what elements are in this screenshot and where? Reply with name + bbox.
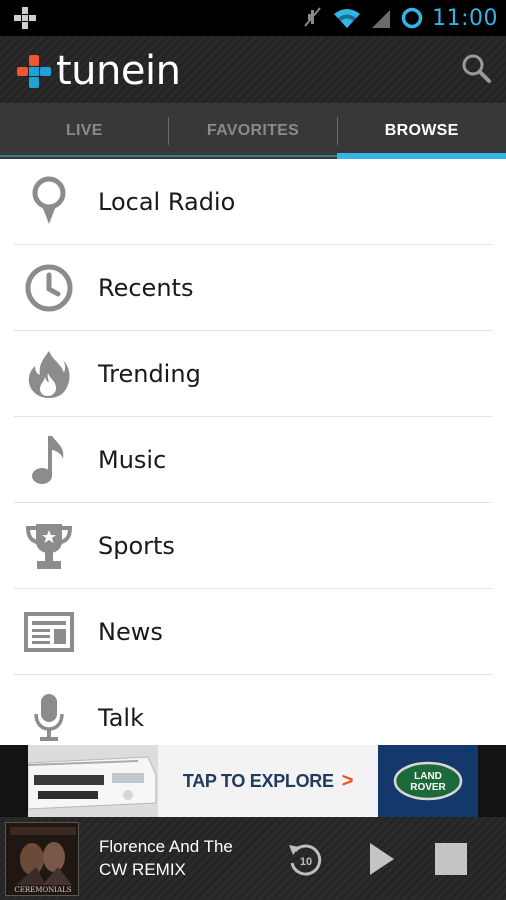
land-rover-logo: LAND ROVER: [378, 745, 478, 817]
list-item-label: Music: [98, 445, 167, 474]
list-item-sports[interactable]: Sports: [14, 503, 492, 589]
clock: 11:00: [432, 5, 498, 31]
ad-car-image: [28, 745, 158, 817]
tunein-notification-icon: [14, 7, 36, 29]
list-item-label: News: [98, 617, 163, 646]
play-icon: [370, 843, 394, 875]
list-item-news[interactable]: News: [14, 589, 492, 675]
track-subtitle: CW REMIX: [99, 860, 186, 879]
list-item-label: Recents: [98, 273, 194, 302]
list-item-label: Talk: [98, 704, 144, 732]
tab-divider: [337, 117, 338, 145]
list-item-recents[interactable]: Recents: [14, 245, 492, 331]
track-title: Florence And The: [99, 837, 233, 856]
chevron-right-icon: >: [341, 769, 354, 792]
land-rover-logo-line1: LAND: [414, 771, 442, 782]
tab-underline: [0, 155, 506, 157]
album-art-caption: CEREMONIALS: [14, 886, 71, 894]
tunein-cross-icon: [17, 55, 51, 88]
tab-divider: [168, 117, 169, 145]
tunein-logo[interactable]: tunein: [16, 48, 181, 94]
sync-ring-icon: [401, 7, 423, 29]
trophy-icon: [14, 516, 84, 576]
list-item-music[interactable]: Music: [14, 417, 492, 503]
list-item-label: Local Radio: [98, 187, 236, 216]
music-note-icon: [14, 430, 84, 490]
newspaper-icon: [14, 602, 84, 662]
ad-cta: TAP TO EXPLORE >: [158, 745, 378, 817]
stop-button[interactable]: [429, 837, 473, 881]
tab-favorites[interactable]: FAVORITES: [169, 103, 338, 159]
ad-cta-text: TAP TO EXPLORE: [182, 770, 334, 791]
rewind-seconds: 10: [300, 856, 312, 868]
browse-list: Local Radio Recents Trending Music Sport…: [0, 159, 506, 745]
list-item-trending[interactable]: Trending: [14, 331, 492, 417]
signal-icon: [372, 10, 391, 28]
list-item-label: Sports: [98, 531, 175, 560]
list-item-label: Trending: [98, 359, 201, 388]
location-pin-icon: [14, 172, 84, 232]
list-item-talk[interactable]: Talk: [14, 675, 492, 745]
tab-browse[interactable]: BROWSE: [337, 103, 506, 159]
ad-banner-link[interactable]: TAP TO EXPLORE > LAND ROVER: [28, 745, 478, 817]
album-art[interactable]: CEREMONIALS: [5, 822, 79, 896]
list-item-local-radio[interactable]: Local Radio: [14, 159, 492, 245]
mute-icon: [304, 7, 321, 27]
stop-icon: [435, 843, 467, 875]
flame-icon: [14, 344, 84, 404]
clock-icon: [14, 258, 84, 318]
rewind-icon: 10: [289, 844, 322, 876]
tab-live[interactable]: LIVE: [0, 103, 169, 159]
ad-banner: TAP TO EXPLORE > LAND ROVER: [0, 745, 506, 817]
now-playing-bar[interactable]: CEREMONIALS Florence And The CW REMIX 10: [0, 817, 506, 900]
search-icon[interactable]: [460, 52, 492, 84]
land-rover-logo-line2: ROVER: [410, 782, 446, 793]
status-bar: 11:00: [0, 0, 506, 36]
app-bar: tunein: [0, 36, 506, 103]
app-title: tunein: [56, 48, 181, 94]
wifi-icon: [334, 9, 361, 28]
play-button[interactable]: [356, 837, 400, 881]
rewind-10-button[interactable]: 10: [283, 837, 327, 881]
tab-bar: LIVE FAVORITES BROWSE: [0, 103, 506, 159]
microphone-icon: [14, 688, 84, 745]
